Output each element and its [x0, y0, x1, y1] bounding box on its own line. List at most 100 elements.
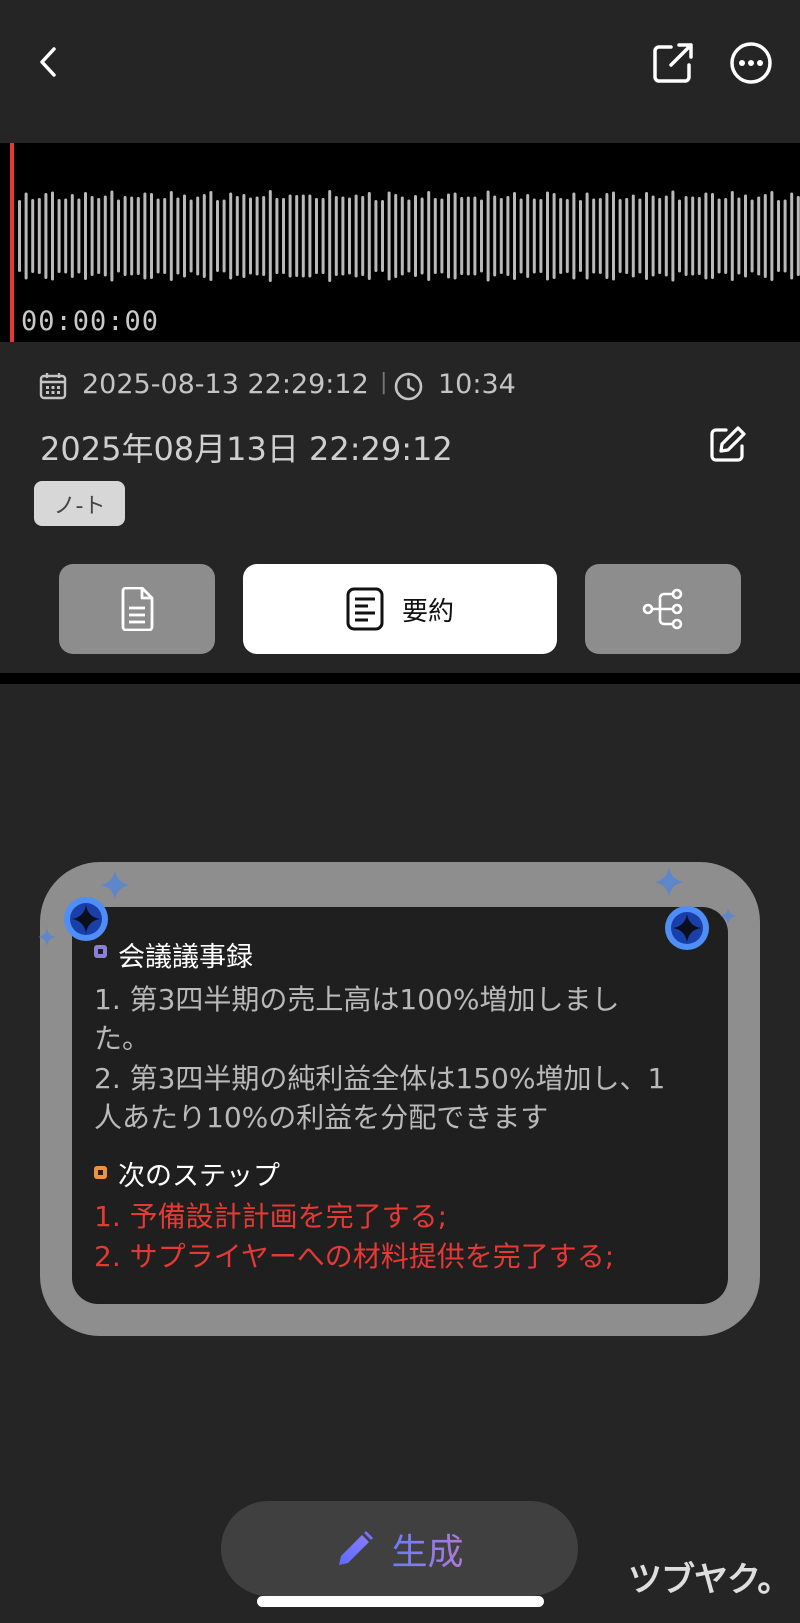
waveform-bar — [546, 191, 549, 281]
waveform-bar — [513, 192, 516, 280]
waveform-bar — [612, 191, 615, 281]
waveform-bar — [532, 198, 536, 274]
waveform-bar — [506, 196, 510, 276]
sparkle-icon — [654, 867, 684, 897]
waveform-bar — [123, 196, 127, 276]
waveform-bar — [651, 195, 655, 277]
waveform-bar — [64, 198, 68, 274]
waveform-bar — [235, 196, 239, 276]
ai-star-badge-icon — [665, 906, 709, 950]
tab-summary-label: 要約 — [401, 596, 454, 627]
waveform-bar — [381, 200, 384, 272]
generate-button[interactable]: 生成 — [221, 1501, 578, 1596]
waveform-bar — [526, 194, 530, 278]
back-button[interactable] — [28, 42, 68, 82]
waveform-bar — [711, 193, 714, 279]
waveform-bar — [572, 192, 576, 280]
waveform-bar — [658, 198, 662, 274]
waveform-bar — [209, 191, 213, 281]
document-icon — [121, 587, 154, 631]
waveform-bar — [499, 198, 503, 274]
home-indicator[interactable] — [257, 1596, 544, 1607]
waveform-bar — [592, 198, 596, 274]
playhead[interactable] — [10, 143, 14, 342]
tab-transcript[interactable] — [59, 564, 215, 654]
waveform-bar — [414, 195, 417, 277]
more-button[interactable] — [728, 40, 774, 86]
waveform-bar — [579, 200, 582, 272]
waveform-bar — [77, 198, 81, 274]
waveform-bar — [770, 191, 774, 281]
waveform-bar — [268, 190, 272, 282]
waveform-bar — [519, 198, 523, 274]
waveform-bar — [387, 191, 391, 281]
waveform-bar — [288, 194, 292, 278]
share-button[interactable] — [650, 40, 696, 86]
waveform-bar — [348, 197, 351, 275]
waveform-bar — [103, 195, 107, 277]
waveform-bar — [724, 198, 728, 274]
waveform-bar — [744, 194, 747, 278]
waveform-bar — [777, 200, 780, 272]
edit-title-button[interactable] — [706, 422, 750, 466]
waveform-bar — [315, 198, 318, 274]
note-tag[interactable]: ノ-ト — [34, 481, 125, 526]
waveform-bar — [453, 192, 457, 280]
waveform-bar — [18, 200, 21, 272]
waveform-bar — [565, 199, 569, 273]
waveform-bar — [334, 196, 338, 276]
waveform-bar — [70, 194, 74, 278]
clock-icon — [394, 372, 423, 401]
recording-duration: 10:34 — [438, 369, 516, 400]
edit-icon — [710, 426, 746, 462]
waveform-bar — [691, 196, 695, 276]
next-step-item: 1. 予備設計計画を完了する; — [94, 1200, 448, 1233]
waveform-bar — [229, 192, 233, 280]
tab-mindmap[interactable] — [585, 564, 741, 654]
waveform-bar — [282, 198, 285, 274]
waveform-bar — [202, 194, 206, 278]
waveform-bar — [222, 199, 226, 273]
waveform-bar — [625, 198, 629, 274]
waveform-bar — [150, 193, 153, 279]
waveform-bar — [433, 198, 437, 274]
waveform-bar — [156, 198, 160, 274]
waveform-bar — [796, 196, 800, 276]
waveform-bar — [394, 194, 398, 278]
waveform-bar — [486, 190, 490, 282]
waveform-bar — [480, 199, 483, 273]
waveform-bar — [730, 191, 734, 281]
waveform-bar — [295, 195, 299, 277]
next-step-item: 2. サプライヤーへの材料提供を完了する; — [94, 1240, 615, 1273]
watermark-logo: ツブヤク。 — [628, 1560, 791, 1600]
waveform-bar — [90, 196, 94, 276]
tab-summary[interactable]: 要約 — [243, 564, 557, 654]
waveform-bar — [183, 194, 186, 278]
waveform-bar — [427, 191, 431, 281]
section-divider — [0, 673, 800, 684]
waveform-bar — [44, 193, 48, 279]
waveform-bar — [466, 196, 470, 276]
waveform-bar — [341, 196, 345, 276]
waveform-bar — [216, 200, 219, 272]
waveform-bar — [57, 199, 61, 273]
waveform-bar — [196, 196, 200, 276]
waveform-bar — [367, 192, 371, 280]
waveform-bar — [717, 198, 721, 274]
waveform-bar — [678, 199, 681, 273]
waveform-bar — [763, 194, 767, 278]
minutes-line: 1. 第3四半期の売上高は100%増加しまし — [94, 983, 620, 1016]
waveform-bar — [176, 197, 180, 275]
waveform-bar — [262, 196, 266, 276]
waveform-bar — [605, 193, 609, 279]
waveform-bar — [460, 197, 464, 275]
playback-timecode: 00:00:00 — [21, 306, 160, 337]
waveform-bar — [117, 199, 120, 273]
ai-star-badge-icon — [64, 897, 108, 941]
share-external-icon — [653, 43, 693, 83]
calendar-icon — [39, 372, 67, 400]
waveform-bar — [420, 197, 424, 275]
waveform-bar — [645, 192, 648, 280]
waveform-bar — [440, 198, 444, 274]
minutes-line: 人あたり10%の利益を分配できます — [94, 1101, 549, 1134]
